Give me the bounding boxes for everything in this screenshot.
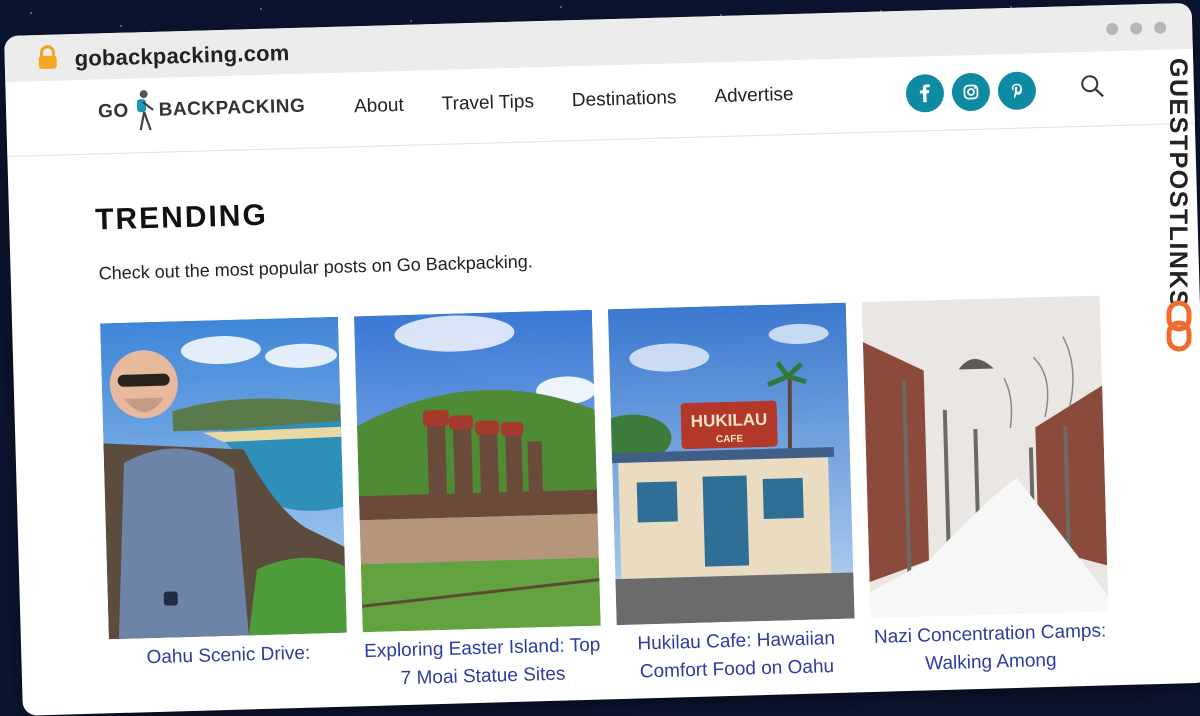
facebook-button[interactable] [905, 73, 945, 113]
window-controls [1106, 21, 1167, 36]
post-image[interactable] [100, 316, 347, 640]
post-card[interactable]: Nazi Concentration Camps: Walking Among [861, 295, 1110, 680]
post-card[interactable]: Oahu Scenic Drive: [100, 316, 348, 674]
instagram-button[interactable] [951, 72, 991, 112]
instagram-icon [963, 84, 979, 100]
page-subtitle: Check out the most popular posts on Go B… [98, 251, 534, 284]
backpacker-icon [136, 90, 154, 131]
post-image[interactable]: HUKILAU CAFE [607, 302, 855, 626]
nav-destinations[interactable]: Destinations [572, 87, 677, 112]
window-dot[interactable] [1106, 22, 1119, 36]
post-title[interactable]: Exploring Easter Island: Top 7 Moai Stat… [363, 632, 602, 695]
browser-window: gobackpacking.com GO BACKPACKING About T… [4, 2, 1200, 716]
link-icon [1166, 300, 1192, 352]
page-title: TRENDING [94, 198, 269, 237]
nav-advertise[interactable]: Advertise [714, 84, 794, 108]
lock-icon [38, 45, 57, 69]
pinterest-button[interactable] [997, 71, 1037, 111]
window-dot[interactable] [1130, 22, 1143, 35]
post-card[interactable]: Exploring Easter Island: Top 7 Moai Stat… [353, 309, 602, 695]
social-links [905, 71, 1037, 113]
logo-prefix: GO [97, 100, 129, 123]
post-title[interactable]: Oahu Scenic Drive: [109, 639, 348, 674]
facebook-icon [919, 84, 930, 103]
site-logo[interactable]: GO BACKPACKING [98, 84, 306, 136]
cafe-sign-top: HUKILAU [691, 410, 768, 431]
window-dot[interactable] [1154, 21, 1167, 34]
url-text[interactable]: gobackpacking.com [74, 40, 290, 72]
nav-about[interactable]: About [354, 95, 404, 118]
cafe-sign-bottom: CAFE [716, 434, 744, 446]
logo-text: BACKPACKING [158, 95, 306, 121]
pinterest-icon [1011, 83, 1022, 99]
watermark-text: GUESTPOSTLINKS [1164, 58, 1192, 309]
search-icon[interactable] [1079, 73, 1106, 100]
post-title[interactable]: Hukilau Cafe: Hawaiian Comfort Food on O… [617, 624, 856, 687]
main-nav: About Travel Tips Destinations Advertise [354, 84, 794, 118]
post-title[interactable]: Nazi Concentration Camps: Walking Among [871, 617, 1110, 680]
post-card[interactable]: HUKILAU CAFE Hukilau Cafe: Hawaiian Comf… [607, 302, 856, 687]
nav-travel-tips[interactable]: Travel Tips [441, 91, 534, 116]
post-image[interactable] [353, 309, 601, 633]
post-image[interactable] [861, 295, 1109, 619]
